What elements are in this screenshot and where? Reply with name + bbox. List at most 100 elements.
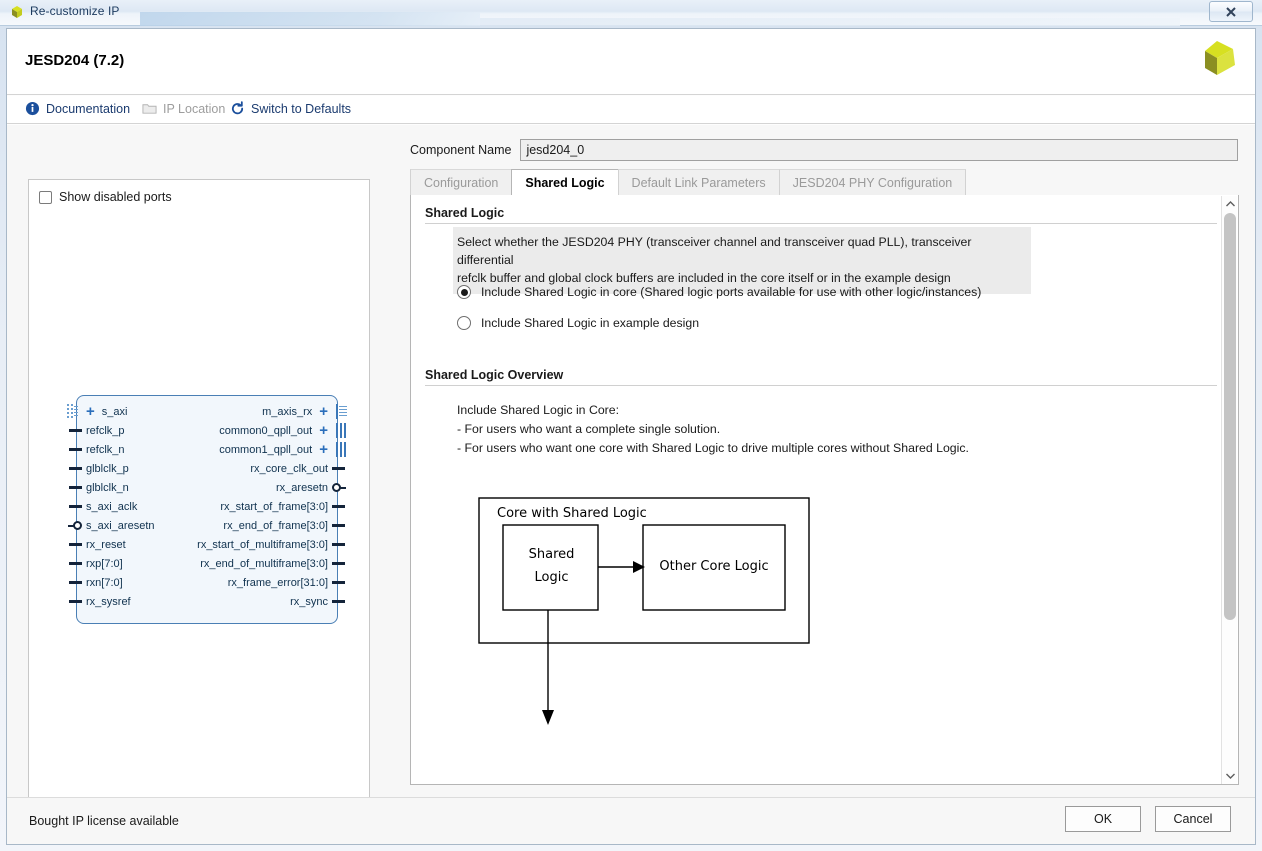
port-refclk_p: refclk_p xyxy=(69,421,125,440)
tab-strip: Configuration Shared Logic Default Link … xyxy=(410,169,1239,196)
port-label: refclk_p xyxy=(86,424,125,437)
port-label: rx_end_of_frame[3:0] xyxy=(223,519,328,532)
port-rx_sync: rx_sync xyxy=(290,592,345,611)
port-rx_start_of_multiframe: rx_start_of_multiframe[3:0] xyxy=(197,535,345,554)
port-label: rx_aresetn xyxy=(276,481,328,494)
port-label: common1_qpll_out xyxy=(219,443,313,456)
documentation-link[interactable]: Documentation xyxy=(25,101,130,116)
port-label: rxn[7:0] xyxy=(86,576,123,589)
port-common0_qpll_out[interactable]: common0_qpll_out + xyxy=(219,421,346,440)
port-label: rx_frame_error[31:0] xyxy=(227,576,328,589)
port-label: s_axi_aresetn xyxy=(86,519,155,532)
tab-configuration[interactable]: Configuration xyxy=(410,169,513,195)
port-label: rx_sync xyxy=(290,595,328,608)
port-rxn: rxn[7:0] xyxy=(69,573,123,592)
shared-logic-section-title: Shared Logic xyxy=(425,206,505,220)
port-rx_end_of_frame: rx_end_of_frame[3:0] xyxy=(223,516,345,535)
dialog-client-area: JESD204 (7.2) Documentation IP Location … xyxy=(6,28,1256,845)
expand-plus-icon[interactable]: + xyxy=(319,404,328,419)
port-label: refclk_n xyxy=(86,443,125,456)
re-customize-ip-window: Re-customize IP JESD204 (7.2) Documentat… xyxy=(0,0,1262,851)
component-name-label: Component Name xyxy=(410,143,512,157)
ip-location-label: IP Location xyxy=(163,101,226,116)
radio-button-unselected-icon xyxy=(457,316,471,330)
port-label: rx_core_clk_out xyxy=(250,462,328,475)
description-line-1: Select whether the JESD204 PHY (transcei… xyxy=(457,235,972,267)
port-rx_reset: rx_reset xyxy=(69,535,126,554)
port-label: m_axis_rx xyxy=(262,405,313,418)
pin-stub-icon xyxy=(69,467,82,470)
inverted-pin-icon xyxy=(68,521,82,530)
cancel-button[interactable]: Cancel xyxy=(1155,806,1231,832)
component-name-row: Component Name xyxy=(410,139,1239,161)
folder-icon xyxy=(142,104,157,114)
port-label: rx_start_of_frame[3:0] xyxy=(220,500,328,513)
ip-symbol-panel: Show disabled ports + s_axi refclk_p ref… xyxy=(28,179,370,800)
expand-plus-icon[interactable]: + xyxy=(319,423,328,438)
scrollbar-thumb[interactable] xyxy=(1224,213,1236,620)
scroll-down-arrow-icon[interactable] xyxy=(1222,768,1238,784)
content-vertical-scrollbar[interactable] xyxy=(1221,196,1237,784)
port-label: rx_start_of_multiframe[3:0] xyxy=(197,538,328,551)
bus-marker-icon xyxy=(336,423,347,438)
diagram-outer-label: Core with Shared Logic xyxy=(497,506,647,521)
tab-label: Default Link Parameters xyxy=(631,175,766,190)
page-title: JESD204 (7.2) xyxy=(25,52,125,69)
scroll-up-arrow-icon[interactable] xyxy=(1222,196,1238,212)
port-label: glblclk_p xyxy=(86,462,129,475)
pin-stub-icon xyxy=(332,600,345,603)
pin-stub-icon xyxy=(69,600,82,603)
xilinx-logo xyxy=(1205,41,1235,75)
port-common1_qpll_out[interactable]: common1_qpll_out + xyxy=(219,440,346,459)
pin-stub-icon xyxy=(69,505,82,508)
pin-stub-icon xyxy=(69,429,82,432)
port-rx_core_clk_out: rx_core_clk_out xyxy=(250,459,345,478)
diagram-shared-logic-line1: Shared xyxy=(528,547,575,562)
radio-include-shared-logic-in-core[interactable]: Include Shared Logic in core (Shared log… xyxy=(457,285,981,299)
dialog-footer: Bought IP license available OK Cancel xyxy=(7,797,1255,844)
window-title: Re-customize IP xyxy=(30,4,120,18)
inverted-pin-icon xyxy=(332,483,346,492)
license-status-text: Bought IP license available xyxy=(29,814,179,828)
dialog-body: Show disabled ports + s_axi refclk_p ref… xyxy=(7,125,1255,800)
overview-line-2: - For users who want a complete single s… xyxy=(457,422,721,436)
port-label: s_axi_aclk xyxy=(86,500,138,513)
bus-marker-icon xyxy=(336,442,347,457)
port-refclk_n: refclk_n xyxy=(69,440,125,459)
radio-label: Include Shared Logic in core (Shared log… xyxy=(481,285,982,299)
switch-to-defaults-link[interactable]: Switch to Defaults xyxy=(230,101,351,116)
tab-shared-logic[interactable]: Shared Logic xyxy=(511,169,619,196)
port-m_axis_rx[interactable]: m_axis_rx + xyxy=(262,402,347,421)
port-label: rx_reset xyxy=(86,538,126,551)
radio-include-shared-logic-in-example-design[interactable]: Include Shared Logic in example design xyxy=(457,316,699,330)
tab-jesd204-phy-configuration[interactable]: JESD204 PHY Configuration xyxy=(778,169,967,195)
port-label: rxp[7:0] xyxy=(86,557,123,570)
tab-default-link-parameters[interactable]: Default Link Parameters xyxy=(617,169,780,195)
shared-logic-description: Select whether the JESD204 PHY (transcei… xyxy=(453,227,1031,294)
port-label: glblclk_n xyxy=(86,481,129,494)
diagram-other-core-logic-label: Other Core Logic xyxy=(659,559,769,574)
ip-location-link[interactable]: IP Location xyxy=(142,101,225,116)
ip-symbol-block: + s_axi refclk_p refclk_n glblclk_p glbl… xyxy=(67,395,347,624)
titlebar-glass-decor-2 xyxy=(480,18,1180,26)
component-name-input[interactable] xyxy=(520,139,1239,161)
port-label: rx_sysref xyxy=(86,595,131,608)
expand-plus-icon[interactable]: + xyxy=(319,442,328,457)
diagram-shared-logic-line2: Logic xyxy=(534,570,569,585)
ok-button[interactable]: OK xyxy=(1065,806,1141,832)
port-rx_frame_error: rx_frame_error[31:0] xyxy=(227,573,345,592)
overview-line-3: - For users who want one core with Share… xyxy=(457,441,969,455)
pin-stub-icon xyxy=(69,543,82,546)
show-disabled-ports-checkbox[interactable]: Show disabled ports xyxy=(39,190,172,204)
port-rx_sysref: rx_sysref xyxy=(69,592,131,611)
port-label: rx_end_of_multiframe[3:0] xyxy=(200,557,328,570)
expand-plus-icon[interactable]: + xyxy=(86,404,95,419)
window-title-bar: Re-customize IP xyxy=(0,0,1262,26)
close-button[interactable] xyxy=(1209,1,1253,22)
port-rx_start_of_frame: rx_start_of_frame[3:0] xyxy=(220,497,345,516)
shared-logic-overview-title: Shared Logic Overview xyxy=(425,368,564,382)
tab-content-shared-logic: Shared Logic Select whether the JESD204 … xyxy=(410,195,1239,785)
pin-stub-icon xyxy=(69,581,82,584)
checkbox-box xyxy=(39,190,52,204)
port-s_axi[interactable]: + s_axi xyxy=(67,402,127,421)
